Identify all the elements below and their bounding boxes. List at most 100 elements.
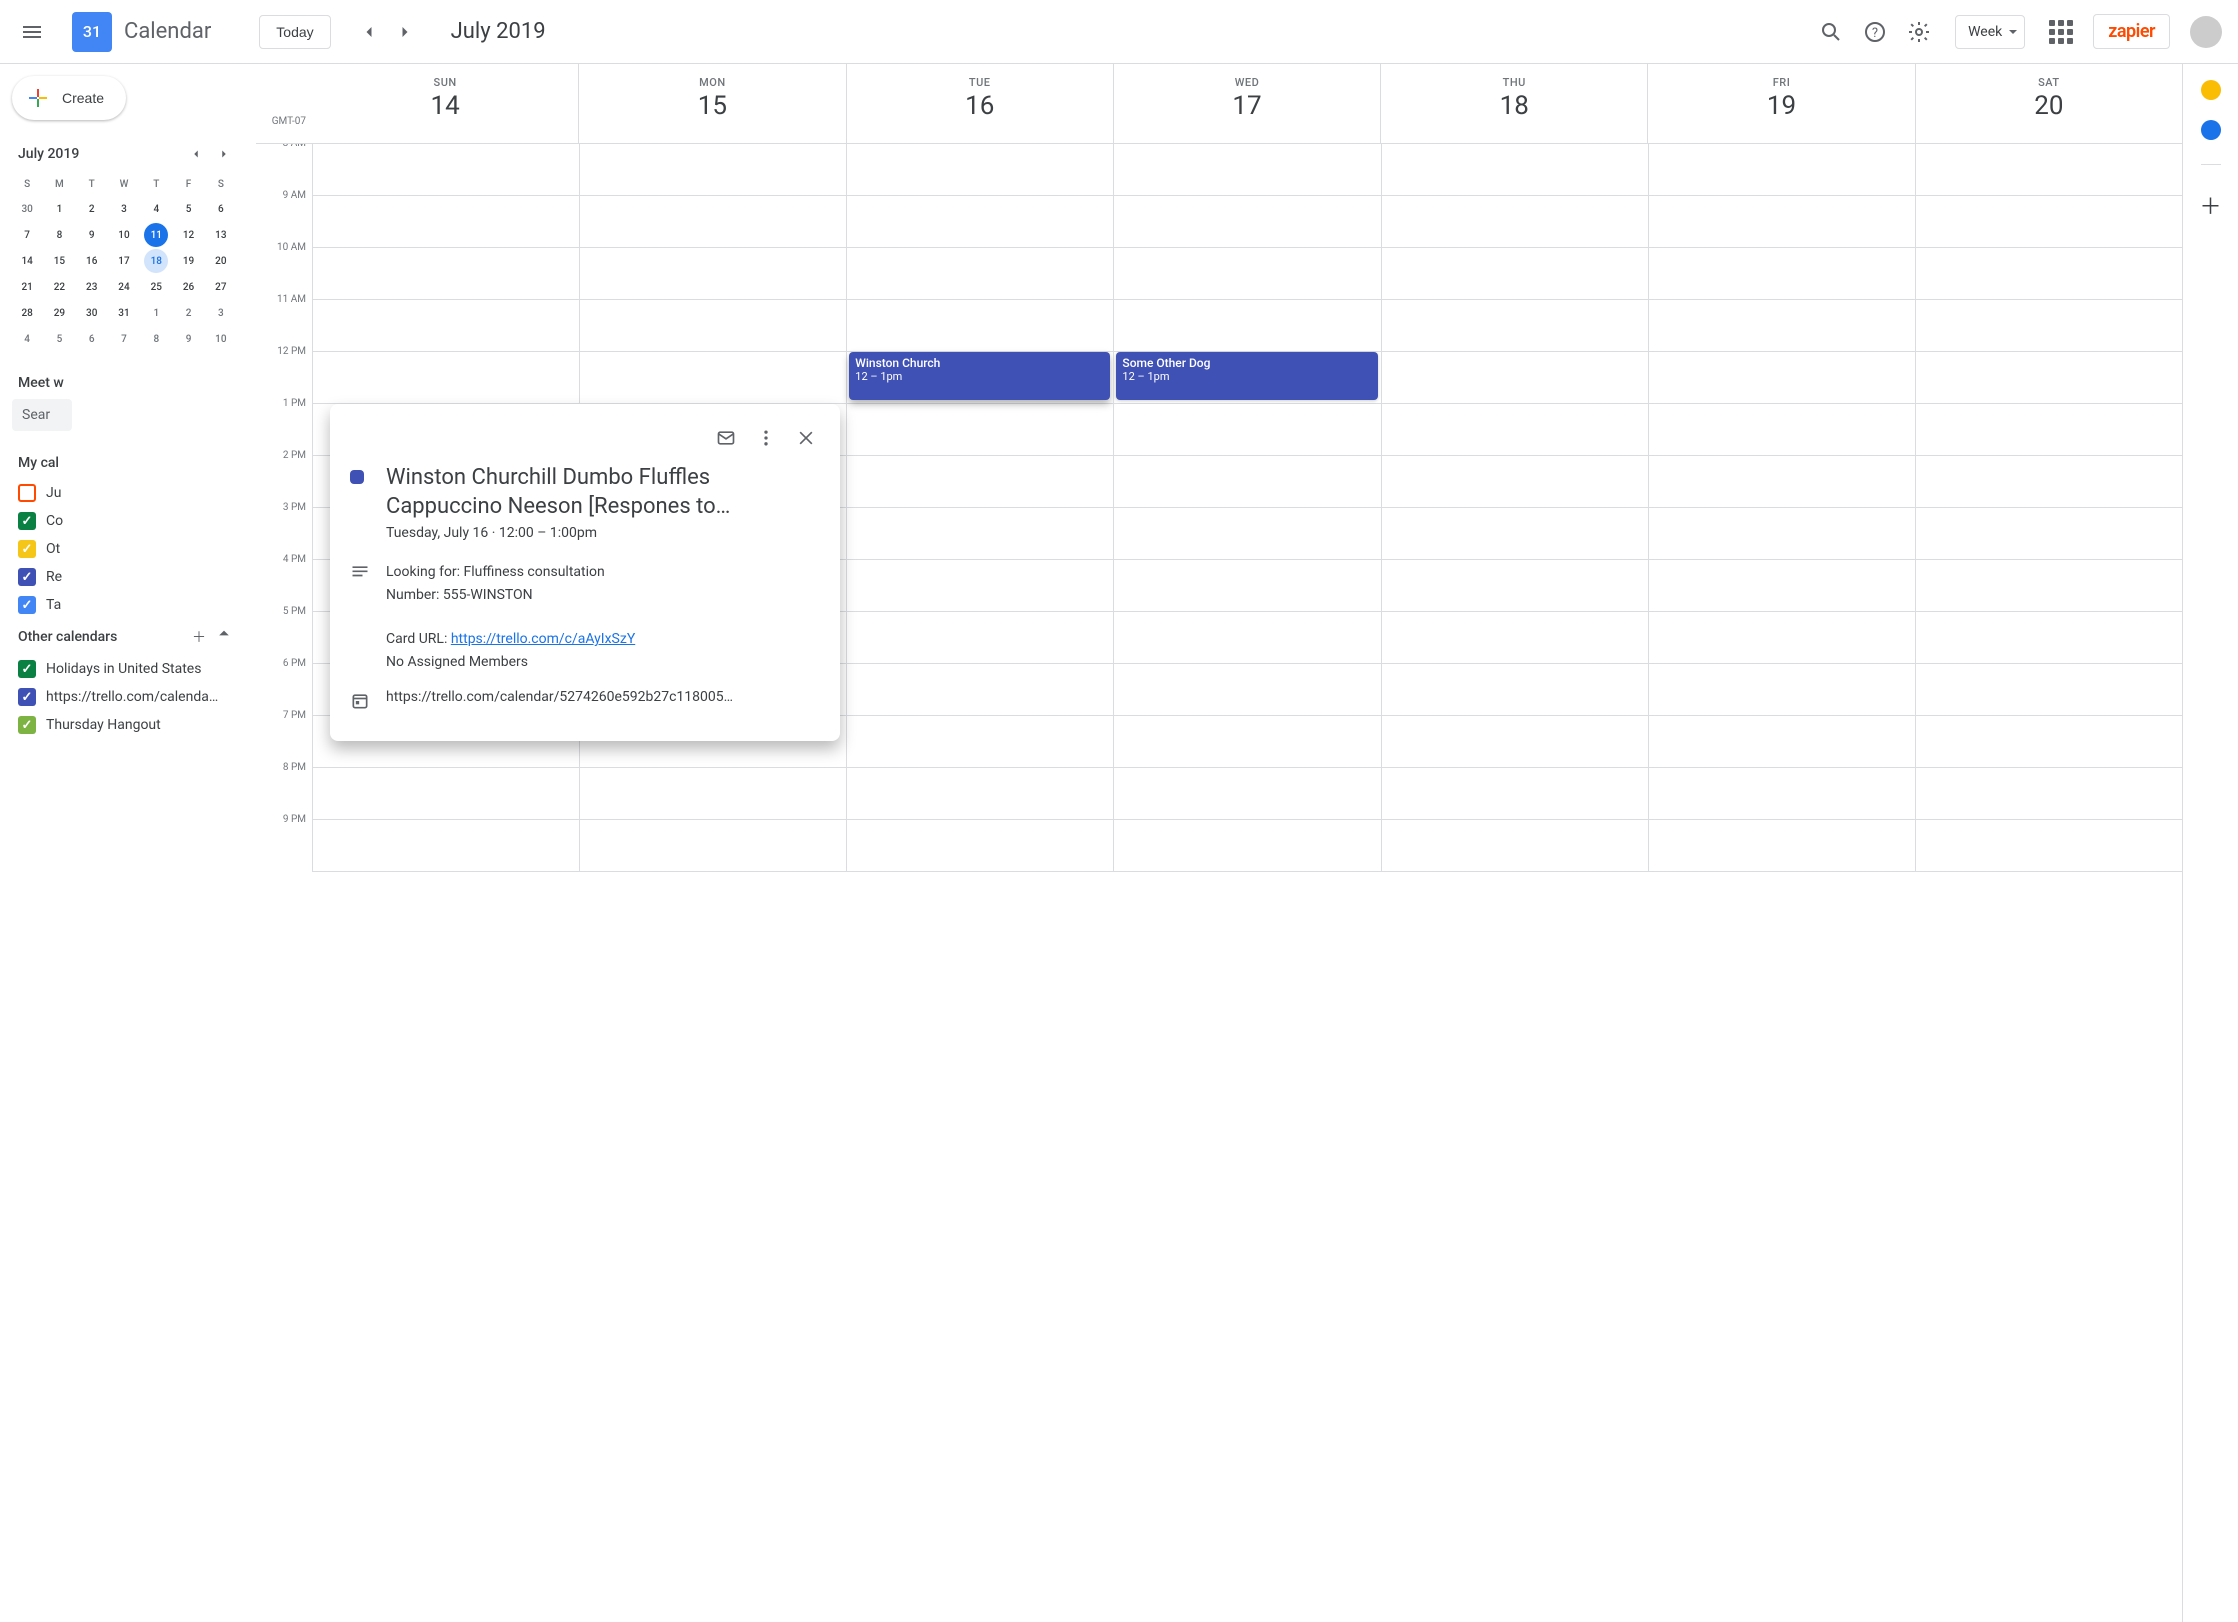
hour-cell[interactable] (1382, 560, 1648, 612)
calendar-item[interactable]: Co (12, 507, 236, 535)
hour-cell[interactable] (313, 248, 579, 300)
hour-cell[interactable] (847, 300, 1113, 352)
calendar-item[interactable]: Holidays in United States (12, 655, 236, 683)
collapse-button[interactable] (218, 627, 230, 647)
hour-cell[interactable] (1916, 196, 2182, 248)
options-button[interactable] (748, 420, 784, 456)
mini-day[interactable]: 30 (80, 301, 104, 325)
hour-cell[interactable] (1649, 404, 1915, 456)
mini-day[interactable]: 9 (80, 223, 104, 247)
hour-cell[interactable] (1649, 144, 1915, 196)
hour-cell[interactable] (1916, 820, 2182, 872)
hour-cell[interactable] (1649, 352, 1915, 404)
event-block[interactable]: Winston Church12 – 1pm (849, 352, 1110, 400)
menu-button[interactable] (8, 8, 56, 56)
mini-day[interactable]: 22 (47, 275, 71, 299)
calendar-item[interactable]: Ot (12, 535, 236, 563)
hour-cell[interactable] (1649, 716, 1915, 768)
mini-day[interactable]: 20 (209, 249, 233, 273)
hour-cell[interactable] (1916, 248, 2182, 300)
view-selector[interactable]: Week (1955, 15, 2025, 49)
hour-cell[interactable] (847, 560, 1113, 612)
hour-cell[interactable] (580, 248, 846, 300)
close-button[interactable] (788, 420, 824, 456)
calendar-item[interactable]: Ta (12, 591, 236, 619)
hour-cell[interactable] (1649, 560, 1915, 612)
day-column[interactable] (1915, 144, 2182, 872)
calendar-item[interactable]: Re (12, 563, 236, 591)
calendar-checkbox[interactable] (18, 540, 36, 558)
hour-cell[interactable] (313, 820, 579, 872)
add-addon-button[interactable]: ＋ (2199, 189, 2221, 221)
mini-day[interactable]: 8 (144, 327, 168, 351)
hour-cell[interactable] (1916, 300, 2182, 352)
hour-cell[interactable] (847, 768, 1113, 820)
mini-day[interactable]: 10 (112, 223, 136, 247)
hour-cell[interactable] (580, 144, 846, 196)
hour-cell[interactable] (1382, 404, 1648, 456)
mini-day[interactable]: 5 (47, 327, 71, 351)
hour-cell[interactable] (1916, 456, 2182, 508)
mini-day[interactable]: 9 (177, 327, 201, 351)
mini-day[interactable]: 28 (15, 301, 39, 325)
mini-day[interactable]: 14 (15, 249, 39, 273)
mini-day[interactable]: 11 (144, 223, 168, 247)
hour-cell[interactable] (1916, 664, 2182, 716)
mini-day[interactable]: 7 (15, 223, 39, 247)
hour-cell[interactable] (1649, 508, 1915, 560)
calendar-checkbox[interactable] (18, 484, 36, 502)
mini-day[interactable]: 2 (80, 197, 104, 221)
calendar-checkbox[interactable] (18, 596, 36, 614)
hour-cell[interactable] (1382, 820, 1648, 872)
hour-cell[interactable] (1382, 352, 1648, 404)
hour-cell[interactable] (580, 768, 846, 820)
hour-cell[interactable] (1649, 300, 1915, 352)
hour-cell[interactable] (1916, 768, 2182, 820)
mini-day[interactable]: 19 (177, 249, 201, 273)
hour-cell[interactable] (1382, 248, 1648, 300)
day-column[interactable] (1648, 144, 1915, 872)
other-calendars-title[interactable]: Other calendars ＋ (12, 619, 236, 655)
hour-cell[interactable] (1114, 144, 1380, 196)
hour-cell[interactable] (1382, 508, 1648, 560)
hour-cell[interactable] (1916, 144, 2182, 196)
hour-cell[interactable] (1649, 612, 1915, 664)
hour-cell[interactable] (313, 300, 579, 352)
hour-cell[interactable] (580, 300, 846, 352)
hour-cell[interactable] (847, 144, 1113, 196)
day-header[interactable]: FRI19 (1647, 64, 1914, 143)
hour-cell[interactable] (847, 196, 1113, 248)
hour-cell[interactable] (1114, 716, 1380, 768)
mini-day[interactable]: 2 (177, 301, 201, 325)
day-column[interactable]: Winston Church12 – 1pm (846, 144, 1113, 872)
hour-cell[interactable] (847, 248, 1113, 300)
hour-cell[interactable] (1382, 768, 1648, 820)
mini-day[interactable]: 29 (47, 301, 71, 325)
people-search-input[interactable]: Sear (12, 399, 72, 431)
hour-cell[interactable] (1916, 352, 2182, 404)
hour-cell[interactable] (847, 820, 1113, 872)
add-calendar-button[interactable]: ＋ (192, 627, 206, 647)
search-button[interactable] (1811, 12, 1851, 52)
calendar-checkbox[interactable] (18, 512, 36, 530)
day-header[interactable]: SUN14 (312, 64, 578, 143)
mini-day[interactable]: 25 (144, 275, 168, 299)
mini-day[interactable]: 18 (144, 249, 168, 273)
hour-cell[interactable] (1382, 144, 1648, 196)
hour-cell[interactable] (847, 456, 1113, 508)
mini-day[interactable]: 7 (112, 327, 136, 351)
hour-cell[interactable] (1649, 248, 1915, 300)
mini-day[interactable]: 4 (144, 197, 168, 221)
hour-cell[interactable] (1649, 664, 1915, 716)
tasks-button[interactable] (2201, 120, 2221, 140)
hour-cell[interactable] (847, 508, 1113, 560)
day-header[interactable]: TUE16 (846, 64, 1113, 143)
day-header[interactable]: SAT20 (1915, 64, 2182, 143)
zapier-button[interactable]: zapier (2093, 14, 2170, 49)
day-header[interactable]: THU18 (1380, 64, 1647, 143)
user-avatar[interactable] (2190, 16, 2222, 48)
hour-cell[interactable] (580, 820, 846, 872)
mini-next-button[interactable] (212, 142, 236, 166)
mini-day[interactable]: 17 (112, 249, 136, 273)
mini-day[interactable]: 5 (177, 197, 201, 221)
